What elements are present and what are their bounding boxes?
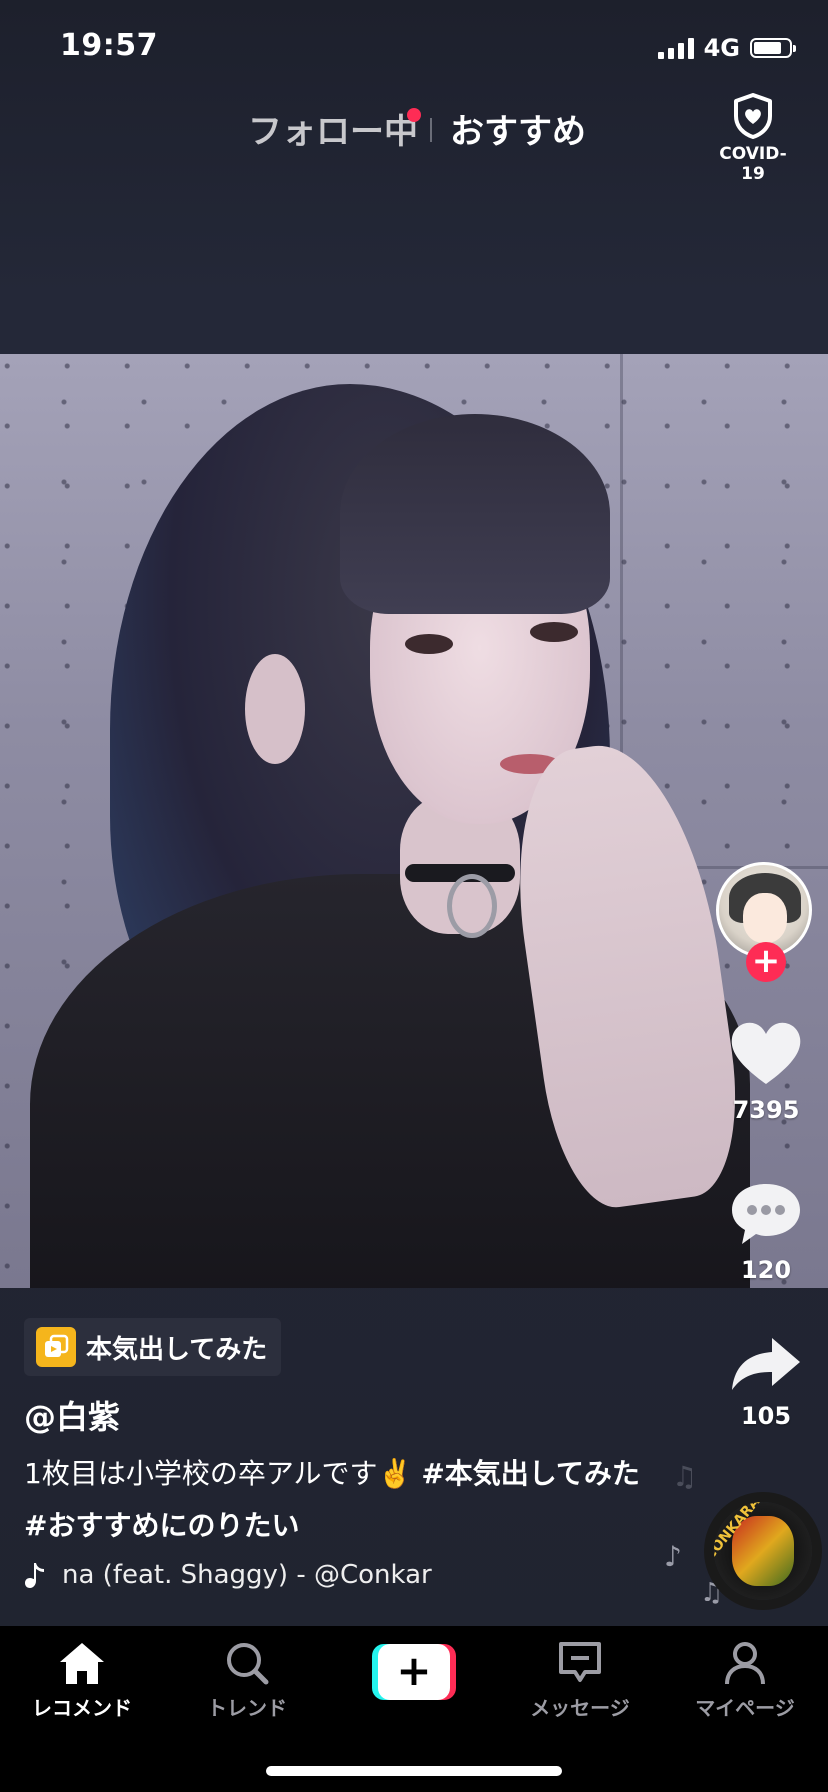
like-count: 7395 [732,1096,800,1124]
shield-heart-icon [734,93,772,139]
nav-messages[interactable]: メッセージ [500,1640,660,1721]
person-ear [245,654,305,764]
nav-home-label: レコメンド [32,1696,132,1720]
music-title: na (feat. Shaggy) - @Conkar [62,1560,432,1590]
creator-username[interactable]: @白紫 [24,1392,120,1438]
avatar-face [743,893,787,943]
post-caption: 1枚目は小学校の卒アルです✌️ #本気出してみた #おすすめにのりたい [24,1448,664,1552]
video-player[interactable] [0,354,828,1288]
person-eye [405,634,453,654]
comment-count: 120 [740,1256,792,1284]
signal-icon [657,37,694,59]
heart-icon [731,1022,801,1084]
battery-icon [750,38,796,58]
profile-icon [725,1642,765,1685]
floating-music-note-icon: ♫ [672,1460,698,1493]
tab-divider [430,118,432,142]
person-eye [530,622,578,642]
status-time: 19:57 [60,28,158,63]
tag-chip-label: 本気出してみた [86,1334,268,1365]
tag-chip-icon [36,1327,76,1367]
covid-label: COVID-19 [719,144,787,184]
music-info[interactable]: na (feat. Shaggy) - @Conkar [24,1560,444,1590]
plus-icon: + [378,1644,450,1700]
comment-icon [732,1184,800,1244]
comment-button[interactable]: 120 [716,1180,816,1284]
home-icon [60,1643,104,1684]
feed-tabs: フォロー中 おすすめ [0,104,828,154]
music-disc[interactable]: CONKARAH [714,1502,812,1600]
network-type: 4G [703,34,740,62]
nav-profile-label: マイページ [695,1696,795,1720]
follow-button[interactable]: + [746,942,786,982]
share-arrow-icon [732,1338,800,1390]
effect-tag-chip[interactable]: 本気出してみた [24,1318,282,1376]
share-count: 105 [740,1402,792,1430]
status-icons: 4G [657,34,796,62]
share-button[interactable]: 105 [716,1334,816,1430]
floating-music-note-icon: ♫ [700,1578,724,1608]
covid-button[interactable]: COVID-19 [708,92,798,184]
tab-for-you[interactable]: おすすめ [450,104,586,153]
nav-messages-label: メッセージ [530,1696,630,1720]
hashtag-link[interactable]: #本気出してみた [421,1457,640,1490]
nav-trend-label: トレンド [207,1696,287,1720]
caption-text: 1枚目は小学校の卒アルです✌️ [24,1457,422,1490]
new-content-dot [407,108,421,122]
home-indicator[interactable] [266,1766,562,1776]
create-button[interactable]: + [372,1644,456,1700]
screen: 19:57 4G フォロー中 おすすめ COVID-19 + 7395 120 … [0,0,828,1792]
person-bangs [340,414,610,614]
nav-trend[interactable]: トレンド [167,1640,327,1721]
choker-ring [447,874,497,938]
like-button[interactable]: 7395 [716,1020,816,1124]
hashtag-link[interactable]: #おすすめにのりたい [24,1509,299,1542]
nav-profile[interactable]: マイページ [665,1640,825,1721]
nav-home[interactable]: レコメンド [2,1640,162,1721]
floating-music-note-icon: ♪ [664,1540,682,1573]
tab-following[interactable]: フォロー中 [248,104,418,153]
search-icon [227,1643,269,1685]
music-note-icon [25,1563,44,1588]
message-icon [559,1642,601,1682]
